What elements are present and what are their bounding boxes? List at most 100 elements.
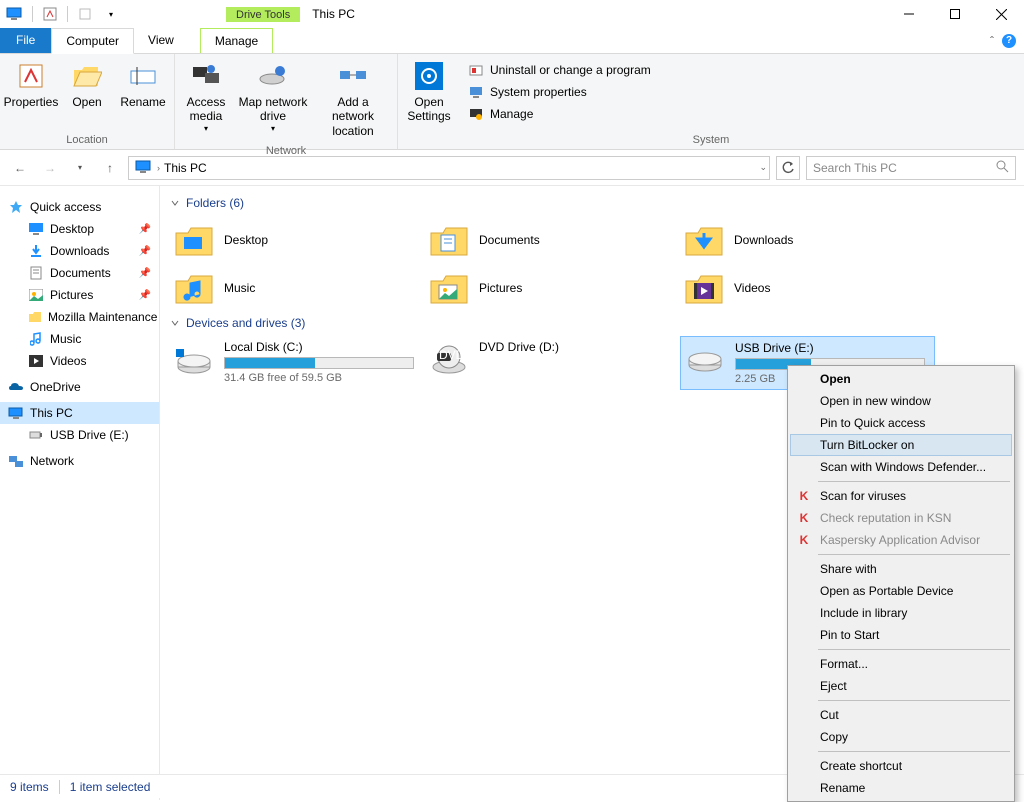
- pin-icon: 📌: [139, 224, 151, 235]
- cm-scan-defender[interactable]: Scan with Windows Defender...: [790, 456, 1012, 478]
- documents-icon: [28, 265, 44, 281]
- cm-turn-bitlocker-on[interactable]: Turn BitLocker on: [790, 434, 1012, 456]
- tab-computer[interactable]: Computer: [51, 28, 134, 54]
- sidebar-item-documents[interactable]: Documents📌: [0, 262, 159, 284]
- folder-music[interactable]: Music: [170, 264, 425, 312]
- cm-copy[interactable]: Copy: [790, 726, 1012, 748]
- uninstall-program-button[interactable]: Uninstall or change a program: [464, 60, 655, 80]
- properties-button[interactable]: Properties: [4, 58, 58, 111]
- tab-manage[interactable]: Manage: [200, 28, 273, 53]
- sidebar-item-mozilla[interactable]: Mozilla Maintenance: [0, 306, 159, 328]
- qat-separator: [67, 6, 68, 22]
- maximize-button[interactable]: [932, 0, 978, 28]
- folder-desktop[interactable]: Desktop: [170, 216, 425, 264]
- cm-separator: [818, 700, 1010, 701]
- cm-rename[interactable]: Rename: [790, 777, 1012, 799]
- pin-icon: 📌: [139, 246, 151, 257]
- pin-icon: 📌: [139, 290, 151, 301]
- tab-file[interactable]: File: [0, 28, 51, 53]
- cm-create-shortcut[interactable]: Create shortcut: [790, 755, 1012, 777]
- close-button[interactable]: [978, 0, 1024, 28]
- back-button[interactable]: ←: [8, 156, 32, 180]
- sidebar-item-videos[interactable]: Videos: [0, 350, 159, 372]
- desktop-icon: [28, 221, 44, 237]
- folder-videos[interactable]: Videos: [680, 264, 935, 312]
- status-item-count: 9 items: [10, 780, 49, 794]
- dvd-drive-icon: DVD: [429, 340, 469, 380]
- system-properties-button[interactable]: System properties: [464, 82, 655, 102]
- context-tab-drive-tools: Drive Tools: [226, 7, 300, 22]
- section-folders[interactable]: Folders (6): [170, 196, 1014, 210]
- open-settings-button[interactable]: Open Settings: [402, 58, 456, 126]
- section-devices[interactable]: Devices and drives (3): [170, 316, 1014, 330]
- address-dropdown-icon[interactable]: ⌄: [759, 162, 767, 173]
- search-input[interactable]: Search This PC: [806, 156, 1016, 180]
- breadcrumb[interactable]: This PC: [160, 161, 211, 175]
- access-media-button[interactable]: Access media▾: [179, 58, 233, 135]
- drive-dvd-d[interactable]: DVD DVD Drive (D:): [425, 336, 680, 390]
- qat-dropdown-icon[interactable]: ▾: [100, 3, 122, 25]
- cm-open-portable[interactable]: Open as Portable Device: [790, 580, 1012, 602]
- tab-view[interactable]: View: [134, 28, 188, 53]
- drive-name: USB Drive (E:): [735, 341, 930, 355]
- address-bar: ← → ▾ ↑ › This PC ⌄ Search This PC: [0, 150, 1024, 186]
- pictures-icon: [28, 287, 44, 303]
- cm-cut[interactable]: Cut: [790, 704, 1012, 726]
- cm-open[interactable]: Open: [790, 368, 1012, 390]
- pictures-folder-icon: [429, 268, 469, 308]
- cm-share-with[interactable]: Share with: [790, 558, 1012, 580]
- help-icon[interactable]: ?: [1002, 34, 1016, 48]
- cm-pin-quick-access[interactable]: Pin to Quick access: [790, 412, 1012, 434]
- sidebar-item-music[interactable]: Music: [0, 328, 159, 350]
- cm-check-ksn[interactable]: KCheck reputation in KSN: [790, 507, 1012, 529]
- up-button[interactable]: ↑: [98, 156, 122, 180]
- drive-name: DVD Drive (D:): [479, 340, 676, 354]
- qat-properties-icon[interactable]: [39, 3, 61, 25]
- star-icon: [8, 199, 24, 215]
- onedrive-icon: [8, 379, 24, 395]
- cm-include-library[interactable]: Include in library: [790, 602, 1012, 624]
- folder-pictures[interactable]: Pictures: [425, 264, 680, 312]
- sidebar-item-usb[interactable]: USB Drive (E:): [0, 424, 159, 446]
- cm-scan-viruses[interactable]: KScan for viruses: [790, 485, 1012, 507]
- qat-pc-icon[interactable]: [4, 3, 26, 25]
- open-button[interactable]: Open: [60, 58, 114, 111]
- downloads-icon: [28, 243, 44, 259]
- chevron-down-icon: [170, 198, 180, 208]
- cm-separator: [818, 554, 1010, 555]
- cm-pin-start[interactable]: Pin to Start: [790, 624, 1012, 646]
- sidebar-item-pictures[interactable]: Pictures📌: [0, 284, 159, 306]
- sidebar-item-downloads[interactable]: Downloads📌: [0, 240, 159, 262]
- search-placeholder: Search This PC: [813, 161, 897, 175]
- drive-local-c[interactable]: Local Disk (C:) 31.4 GB free of 59.5 GB: [170, 336, 425, 390]
- qat-new-icon[interactable]: [74, 3, 96, 25]
- refresh-button[interactable]: [776, 156, 800, 180]
- network-icon: [8, 453, 24, 469]
- cm-kaspersky-advisor[interactable]: KKaspersky Application Advisor: [790, 529, 1012, 551]
- cm-format[interactable]: Format...: [790, 653, 1012, 675]
- drive-usage-bar: [224, 357, 414, 369]
- usb-drive-icon: [685, 341, 725, 381]
- drive-name: Local Disk (C:): [224, 340, 421, 354]
- ribbon-group-system: Open Settings Uninstall or change a prog…: [398, 54, 1024, 149]
- sidebar-this-pc[interactable]: This PC: [0, 402, 159, 424]
- map-network-drive-button[interactable]: Map network drive▾: [235, 58, 311, 135]
- sidebar-onedrive[interactable]: OneDrive: [0, 376, 159, 398]
- sidebar-item-desktop[interactable]: Desktop📌: [0, 218, 159, 240]
- minimize-button[interactable]: [886, 0, 932, 28]
- sidebar-network[interactable]: Network: [0, 450, 159, 472]
- rename-button[interactable]: Rename: [116, 58, 170, 111]
- folder-documents[interactable]: Documents: [425, 216, 680, 264]
- address-input[interactable]: › This PC ⌄: [128, 156, 770, 180]
- add-network-location-button[interactable]: Add a network location: [313, 58, 393, 140]
- forward-button[interactable]: →: [38, 156, 62, 180]
- manage-button[interactable]: Manage: [464, 104, 655, 124]
- cm-open-new-window[interactable]: Open in new window: [790, 390, 1012, 412]
- collapse-ribbon-icon[interactable]: ˆ: [990, 34, 994, 48]
- kaspersky-icon: K: [796, 532, 812, 548]
- drive-free-space: 31.4 GB free of 59.5 GB: [224, 372, 421, 384]
- cm-eject[interactable]: Eject: [790, 675, 1012, 697]
- folder-downloads[interactable]: Downloads: [680, 216, 935, 264]
- recent-locations-button[interactable]: ▾: [68, 156, 92, 180]
- sidebar-quick-access[interactable]: Quick access: [0, 196, 159, 218]
